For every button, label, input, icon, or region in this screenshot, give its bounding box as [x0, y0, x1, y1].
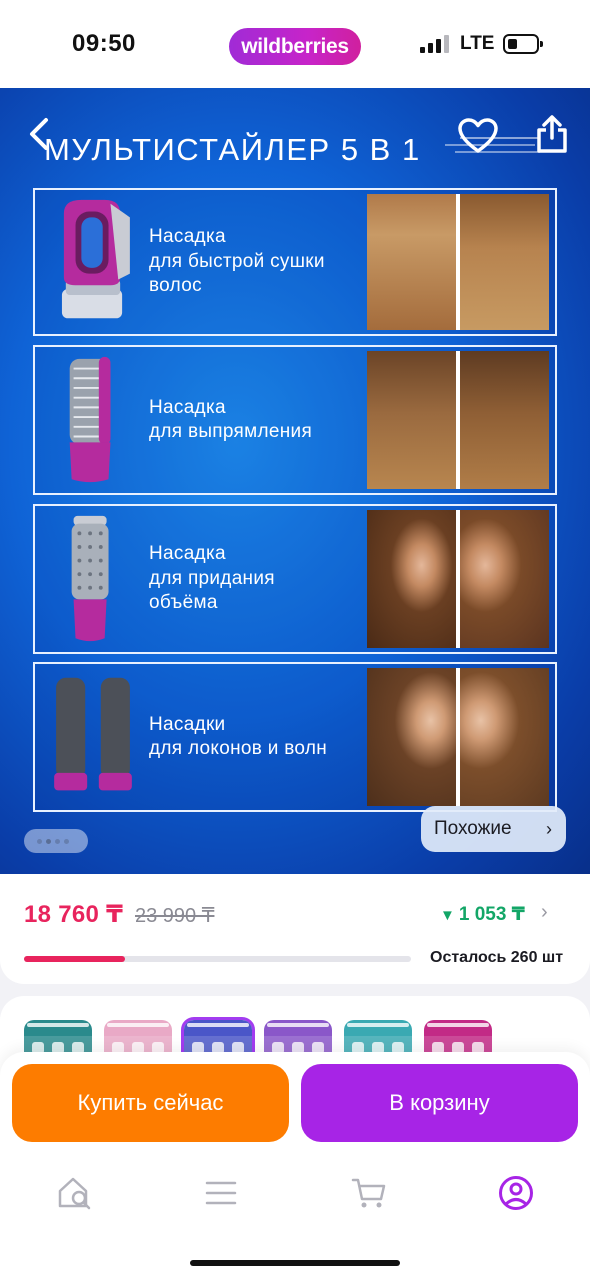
diffuser-dryer-image	[61, 199, 130, 319]
before-after-photo	[367, 194, 549, 330]
carousel-indicator[interactable]	[24, 829, 88, 853]
buy-now-button[interactable]: Купить сейчас	[12, 1064, 289, 1142]
signal-icon	[420, 35, 452, 53]
profile-icon[interactable]	[497, 1174, 535, 1212]
product-screen: 09:50 wildberries LTE МУЛЬТИСТАЙЛЕР 5 В …	[0, 0, 590, 1280]
cart-icon[interactable]	[350, 1174, 388, 1212]
volume-brush-image	[71, 515, 109, 642]
feature-label: Насадка для быстрой сушки волос	[149, 226, 325, 297]
hero-title: МУЛЬТИСТАЙЛЕР 5 В 1	[44, 132, 421, 167]
stock-remaining: Осталось 260 шт	[430, 949, 564, 966]
feature-card-volume: Насадка для придания объёма	[33, 504, 557, 654]
current-price: 18 760 ₸	[24, 901, 124, 928]
menu-icon[interactable]	[202, 1174, 240, 1212]
cashback-badge[interactable]: ▼ 1 053 ₸	[440, 903, 525, 926]
stock-progress-fill	[24, 956, 125, 962]
price-card: 18 760 ₸ 23 990 ₸ ▼ 1 053 ₸ › Осталось 26…	[0, 874, 590, 984]
back-icon[interactable]	[24, 114, 54, 154]
battery-icon	[503, 34, 543, 54]
before-after-photo	[367, 668, 549, 806]
status-bar: 09:50 wildberries LTE	[0, 0, 590, 88]
home-search-icon[interactable]	[56, 1174, 94, 1212]
feature-label: Насадка для придания объёма	[149, 543, 275, 614]
purchase-actions: Купить сейчас В корзину	[0, 1052, 590, 1150]
feature-card-drying: Насадка для быстрой сушки волос	[33, 188, 557, 336]
similar-products-button[interactable]: Похожие ›	[421, 806, 566, 852]
status-time: 09:50	[72, 30, 136, 57]
share-icon[interactable]	[534, 114, 570, 154]
before-after-photo	[367, 351, 549, 489]
network-label: LTE	[460, 33, 495, 54]
product-image-carousel[interactable]: МУЛЬТИСТАЙЛЕР 5 В 1 Насадка для быстрой …	[0, 88, 590, 874]
home-indicator	[190, 1260, 400, 1266]
chevron-right-icon[interactable]: ›	[541, 901, 548, 924]
favorite-heart-icon[interactable]	[458, 118, 498, 154]
chevron-right-icon: ›	[546, 819, 552, 839]
straightening-brush-image	[69, 356, 111, 483]
feature-card-straightening: Насадка для выпрямления	[33, 345, 557, 495]
feature-label: Насадки для локонов и волн	[149, 713, 328, 760]
add-to-cart-button[interactable]: В корзину	[301, 1064, 578, 1142]
before-after-photo	[367, 510, 549, 648]
old-price: 23 990 ₸	[135, 905, 215, 927]
curling-barrels-image	[54, 677, 132, 791]
down-arrow-icon: ▼	[440, 907, 455, 924]
feature-card-curls: Насадки для локонов и волн	[33, 662, 557, 812]
feature-label: Насадка для выпрямления	[149, 396, 313, 443]
stock-progress-bar	[24, 956, 411, 962]
brand-logo[interactable]: wildberries	[229, 28, 361, 65]
